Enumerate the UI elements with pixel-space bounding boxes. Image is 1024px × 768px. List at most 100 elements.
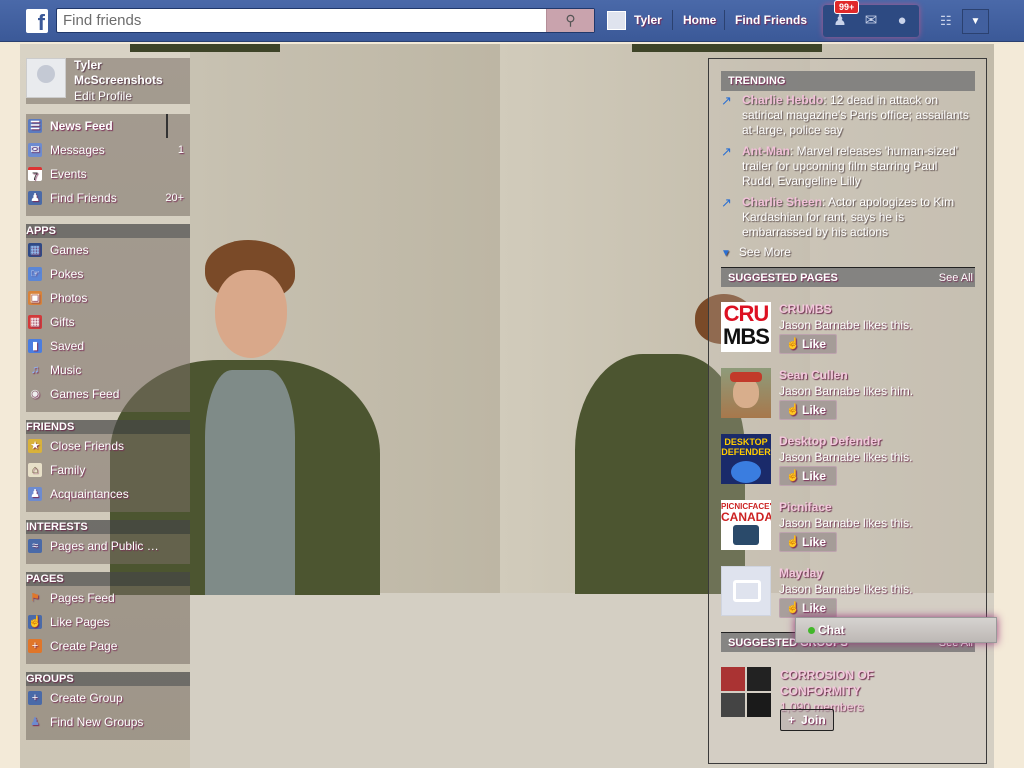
suggested-pages-header: SUGGESTED PAGES See All [721, 267, 975, 287]
avatar[interactable] [607, 11, 626, 30]
tv-icon [733, 580, 761, 602]
sidebar-item-acquaintances[interactable]: ♟ Acquaintances [26, 482, 190, 506]
page-thumbnail[interactable]: CRU MBS [721, 302, 771, 352]
like-label: Like [802, 469, 827, 483]
page-name[interactable]: CRUMBS [779, 302, 832, 316]
sidebar-item-photos[interactable]: ▣ Photos [26, 286, 190, 310]
sidebar-item-events[interactable]: 7 Events [26, 162, 190, 186]
trending-item[interactable]: ↗ Ant-Man: Marvel releases 'human-sized'… [721, 144, 975, 190]
join-label: Join [801, 713, 826, 727]
online-status-icon [808, 627, 815, 634]
page-thumbnail[interactable]: PICNICFACE'S CANADA [721, 500, 771, 550]
thumbnail-text: MBS [723, 324, 770, 349]
avatar[interactable] [26, 58, 66, 98]
like-label: Like [802, 535, 827, 549]
profile-name[interactable]: Tyler McScreenshots [74, 58, 188, 88]
home-link[interactable]: Home [683, 13, 716, 27]
see-all-link[interactable]: See All [939, 268, 973, 288]
account-menu-button[interactable]: ▼ [962, 9, 989, 34]
trending-topic[interactable]: Ant-Man [742, 144, 790, 158]
like-button[interactable]: ☝ Like [779, 334, 837, 354]
page-name[interactable]: Picniface [779, 500, 832, 514]
sidebar-item-music[interactable]: ♫ Music [26, 358, 190, 382]
page-thumbnail[interactable]: DESKTOP DEFENDER [721, 434, 771, 484]
sidebar-item-pokes[interactable]: ☞ Pokes [26, 262, 190, 286]
join-button[interactable]: + Join [780, 709, 834, 731]
magnifier-icon: ⚲ [565, 12, 576, 28]
trending-topic[interactable]: Charlie Sheen [742, 195, 822, 209]
section-header-interests[interactable]: INTERESTS [26, 520, 190, 534]
search-button[interactable]: ⚲ [546, 9, 594, 32]
facebook-logo-icon[interactable]: f [26, 9, 48, 35]
sidebar-item-label: Gifts [50, 315, 75, 329]
sidebar-item-create-page[interactable]: + Create Page [26, 634, 190, 658]
page-name[interactable]: Desktop Defender [779, 434, 882, 448]
edit-profile-link[interactable]: Edit Profile [74, 89, 132, 103]
find-friends-link[interactable]: Find Friends [735, 13, 807, 27]
gift-icon: ▦ [28, 315, 42, 329]
trending-topic[interactable]: Charlie Hebdo [742, 93, 823, 107]
sidebar-item-games[interactable]: ▦ Games [26, 238, 190, 262]
chat-label: Chat [818, 623, 845, 637]
sidebar-item-news-feed[interactable]: ☰ News Feed [26, 114, 168, 138]
page-thumbnail[interactable] [721, 368, 771, 418]
section-header-pages[interactable]: PAGES [26, 572, 190, 586]
page-name[interactable]: Mayday [779, 566, 823, 580]
like-button[interactable]: ☝ Like [779, 400, 837, 420]
sidebar-item-pages-and-public-figures[interactable]: ≈ Pages and Public … [26, 534, 190, 558]
sidebar-item-close-friends[interactable]: ★ Close Friends [26, 434, 190, 458]
page-social-context: Jason Barnabe likes this. [779, 516, 913, 530]
suggested-page-card: DESKTOP DEFENDER Desktop Defender Jason … [721, 434, 975, 488]
sidebar-item-pages-feed[interactable]: ⚑ Pages Feed [26, 586, 190, 610]
thumbs-up-icon: ☝ [786, 536, 800, 548]
group-thumbnail[interactable] [721, 667, 771, 717]
section-header-apps[interactable]: APPS [26, 224, 190, 238]
trending-arrow-icon: ↗ [721, 93, 732, 108]
sidebar-item-find-friends[interactable]: ♟ Find Friends 20+ [26, 186, 190, 210]
profile-link[interactable]: Tyler [634, 13, 662, 27]
sidebar-item-like-pages[interactable]: ☝ Like Pages [26, 610, 190, 634]
chevron-down-icon: ▼ [970, 16, 981, 27]
sidebar-item-family[interactable]: ⌂ Family [26, 458, 190, 482]
like-button[interactable]: ☝ Like [779, 532, 837, 552]
sidebar-item-label: Games [50, 243, 89, 257]
chat-bar[interactable]: Chat [795, 617, 997, 643]
sidebar-item-label: Photos [50, 291, 88, 305]
acquaintances-icon: ♟ [28, 487, 42, 501]
trending-item[interactable]: ↗ Charlie Hebdo: 12 dead in attack on sa… [721, 93, 975, 139]
page-thumbnail[interactable] [721, 566, 771, 616]
see-more-link[interactable]: ▼ See More [721, 245, 791, 259]
like-button[interactable]: ☝ Like [779, 598, 837, 618]
sidebar-item-label: Close Friends [50, 439, 125, 453]
group-name[interactable]: CORROSION OF CONFORMITY [780, 667, 900, 699]
page-social-context: Jason Barnabe likes this. [779, 318, 913, 332]
trending-item[interactable]: ↗ Charlie Sheen: Actor apologizes to Kim… [721, 195, 975, 241]
find-groups-icon: ♟ [30, 716, 40, 728]
section-header-friends[interactable]: FRIENDS [26, 420, 190, 434]
page-social-context: Jason Barnabe likes him. [779, 384, 914, 398]
like-button[interactable]: ☝ Like [779, 466, 837, 486]
search-input[interactable] [57, 9, 537, 32]
page-social-context: Jason Barnabe likes this. [779, 450, 913, 464]
interests-group: ≈ Pages and Public … [26, 534, 190, 564]
rss-icon: ≈ [28, 539, 42, 553]
bookmark-icon: ▮ [28, 339, 42, 353]
messages-icon[interactable]: ✉ [858, 9, 884, 33]
sidebar-item-label: Find New Groups [50, 715, 144, 729]
thumbs-up-icon: ☝ [786, 470, 800, 482]
sidebar-item-gifts[interactable]: ▦ Gifts [26, 310, 190, 334]
pokes-icon: ☞ [28, 267, 42, 281]
favorites-group: ☰ News Feed ✉ Messages 1 7 Events ♟ Find… [26, 114, 190, 216]
sidebar-item-create-group[interactable]: + Create Group [26, 686, 190, 710]
background-strip [632, 44, 822, 52]
section-header-groups[interactable]: GROUPS [26, 672, 190, 686]
sidebar-item-saved[interactable]: ▮ Saved [26, 334, 190, 358]
notifications-globe-icon[interactable]: ● [889, 9, 915, 33]
privacy-shortcuts-icon[interactable]: ☷ [940, 13, 952, 29]
see-more-label: See More [738, 245, 791, 259]
sidebar-item-find-new-groups[interactable]: ♟ Find New Groups [26, 710, 190, 734]
sidebar-item-games-feed[interactable]: ◉ Games Feed [26, 382, 190, 406]
star-friend-icon: ★ [28, 439, 42, 453]
page-name[interactable]: Sean Cullen [779, 368, 848, 382]
sidebar-item-messages[interactable]: ✉ Messages 1 [26, 138, 190, 162]
